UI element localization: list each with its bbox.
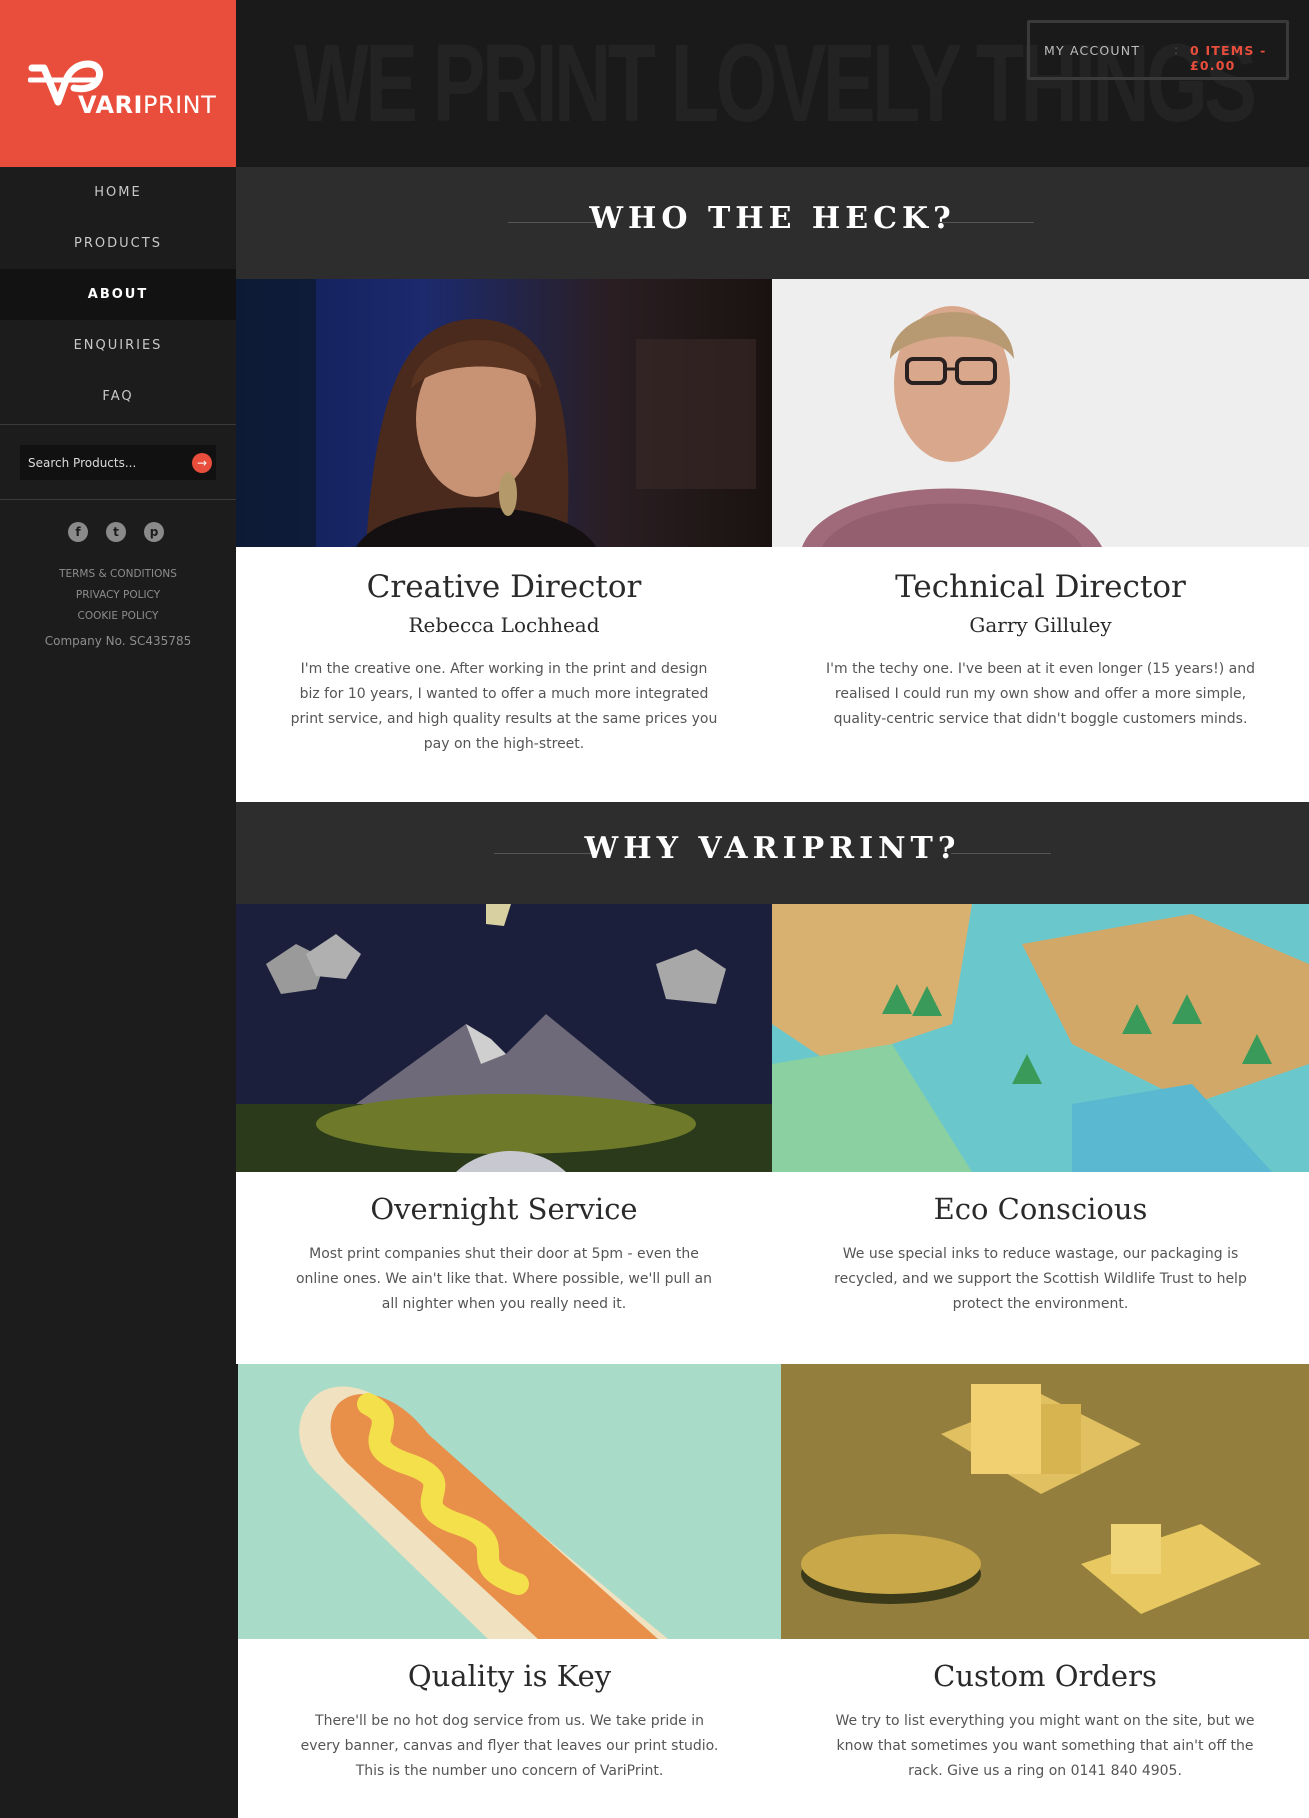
rebecca-role: Creative Director (366, 569, 642, 605)
garry-role: Technical Director (895, 569, 1186, 605)
quality-image (238, 1364, 781, 1639)
about-heading-bar: WHO THE HECK? (236, 167, 1309, 279)
overnight-card: Overnight Service Most print companies s… (236, 1172, 772, 1364)
garry-photo (772, 279, 1309, 547)
night-landscape-image (236, 904, 772, 1172)
logo-text-bold: VARI (78, 91, 143, 119)
cart-link[interactable]: 0 ITEMS - £0.00 (1190, 43, 1286, 73)
custom-image (781, 1364, 1309, 1639)
logo-text: VARIPRINT (78, 91, 216, 119)
portrait-image (772, 279, 1309, 547)
account-box: MY ACCOUNT : 0 ITEMS - £0.00 (1027, 20, 1289, 80)
overnight-text: Most print companies shut their door at … (295, 1246, 713, 1312)
custom-title: Custom Orders (933, 1659, 1157, 1693)
hotdog-image (238, 1364, 781, 1639)
heading-rule-right (951, 853, 1051, 854)
quality-card: Quality is Key There'll be no hot dog se… (238, 1639, 781, 1818)
arrow-right-icon[interactable]: → (192, 453, 212, 473)
rebecca-name: Rebecca Lochhead (408, 613, 600, 637)
logo[interactable]: VARIPRINT (0, 0, 236, 167)
nav-home[interactable]: HOME (0, 167, 236, 218)
nav-enquiries[interactable]: ENQUIRIES (0, 320, 236, 371)
legal-links: TERMS & CONDITIONS PRIVACY POLICY COOKIE… (0, 564, 236, 627)
company-number: Company No. SC435785 (44, 634, 192, 648)
why-heading-bar: WHY VARIPRINT? (236, 802, 1309, 904)
garry-bio: I'm the techy one. I've been at it even … (826, 661, 1255, 727)
heading-rule-right (942, 222, 1034, 223)
garry-card: Technical Director Garry Gilluley I'm th… (772, 547, 1309, 802)
eco-image (772, 904, 1309, 1172)
garry-name: Garry Gilluley (969, 613, 1112, 637)
logo-text-light: PRINT (142, 91, 217, 119)
eco-text: We use special inks to reduce wastage, o… (834, 1246, 1247, 1312)
lowpoly-city-image (781, 1364, 1309, 1639)
why-heading: WHY VARIPRINT? (584, 831, 961, 866)
custom-card: Custom Orders We try to list everything … (781, 1639, 1309, 1818)
cookie-link[interactable]: COOKIE POLICY (0, 606, 236, 627)
search-divider (0, 499, 236, 500)
quality-title: Quality is Key (407, 1659, 612, 1693)
nav-about[interactable]: ABOUT (0, 269, 236, 320)
terms-link[interactable]: TERMS & CONDITIONS (0, 564, 236, 585)
sidebar: VARIPRINT HOME PRODUCTS ABOUT ENQUIRIES … (0, 0, 236, 1818)
custom-text: We try to list everything you might want… (835, 1713, 1255, 1779)
my-account-link[interactable]: MY ACCOUNT (1044, 43, 1140, 58)
eco-card: Eco Conscious We use special inks to red… (772, 1172, 1309, 1364)
quality-text: There'll be no hot dog service from us. … (300, 1713, 719, 1779)
eco-title: Eco Conscious (933, 1192, 1148, 1226)
rebecca-photo (236, 279, 772, 547)
rebecca-bio: I'm the creative one. After working in t… (290, 661, 718, 752)
nav-products[interactable]: PRODUCTS (0, 218, 236, 269)
twitter-icon[interactable]: t (106, 522, 126, 542)
search-input[interactable] (20, 445, 180, 480)
overnight-title: Overnight Service (370, 1192, 638, 1226)
rebecca-card: Creative Director Rebecca Lochhead I'm t… (236, 547, 772, 802)
overnight-image (236, 904, 772, 1172)
header: WE PRINT LOVELY THINGS MY ACCOUNT : 0 IT… (236, 0, 1309, 167)
portrait-image (236, 279, 772, 547)
search-box: → (20, 445, 216, 480)
main-nav: HOME PRODUCTS ABOUT ENQUIRIES FAQ (0, 167, 236, 422)
pinterest-icon[interactable]: p (144, 522, 164, 542)
nav-divider (0, 424, 236, 425)
about-heading: WHO THE HECK? (589, 201, 956, 236)
privacy-link[interactable]: PRIVACY POLICY (0, 585, 236, 606)
account-separator: : (1174, 43, 1179, 57)
social-links: f t p (68, 522, 168, 544)
nav-faq[interactable]: FAQ (0, 371, 236, 422)
facebook-icon[interactable]: f (68, 522, 88, 542)
lowpoly-island-image (772, 904, 1309, 1172)
